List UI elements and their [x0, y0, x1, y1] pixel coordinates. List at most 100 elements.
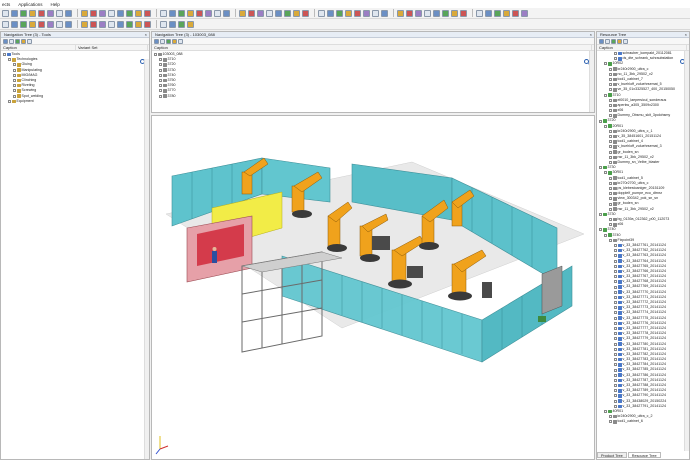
expand-toggle-icon[interactable] [609, 67, 612, 71]
expand-toggle-icon[interactable] [13, 68, 16, 72]
toolbar-button-icon[interactable] [205, 9, 212, 17]
expand-toggle-icon[interactable] [3, 53, 6, 57]
toolbar-button-icon[interactable] [2, 20, 9, 28]
toolbar-button-icon[interactable] [318, 9, 325, 17]
expand-toggle-icon[interactable] [614, 316, 617, 320]
expand-toggle-icon[interactable] [614, 244, 617, 248]
toolbar-button-icon[interactable] [187, 20, 194, 28]
toolbar-button-icon[interactable] [214, 9, 221, 17]
expand-toggle-icon[interactable] [614, 264, 617, 268]
expand-toggle-icon[interactable] [604, 124, 607, 128]
expand-toggle-icon[interactable] [609, 109, 612, 113]
expand-toggle-icon[interactable] [614, 368, 617, 372]
toolbar-button-icon[interactable] [117, 9, 124, 17]
expand-toggle-icon[interactable] [604, 62, 607, 66]
expand-toggle-icon[interactable] [614, 321, 617, 325]
menu-applications[interactable]: Applications [18, 2, 42, 7]
toolbar-button-icon[interactable] [187, 9, 194, 17]
toolbar-button-icon[interactable] [135, 9, 142, 17]
toolbar-button-icon[interactable] [108, 9, 115, 17]
expand-toggle-icon[interactable] [8, 58, 11, 62]
toolbar-button-icon[interactable] [248, 9, 255, 17]
expand-toggle-icon[interactable] [609, 186, 612, 190]
expand-toggle-icon[interactable] [604, 410, 607, 414]
refresh-icon[interactable] [15, 38, 20, 44]
vertical-scrollbar[interactable] [144, 59, 149, 459]
expand-toggle-icon[interactable] [609, 140, 612, 144]
toolbar-button-icon[interactable] [38, 20, 45, 28]
toolbar-button-icon[interactable] [99, 20, 106, 28]
toolbar-button-icon[interactable] [99, 9, 106, 17]
menu-help[interactable]: Help [51, 2, 60, 7]
toolbar-button-icon[interactable] [381, 9, 388, 17]
close-icon[interactable]: × [145, 32, 147, 37]
expand-toggle-icon[interactable] [614, 285, 617, 289]
expand-toggle-icon[interactable] [159, 73, 162, 77]
col-variant-set[interactable]: Variant Set [76, 45, 148, 50]
toolbar-button-icon[interactable] [144, 20, 151, 28]
expand-toggle-icon[interactable] [609, 181, 612, 185]
toolbar-button-icon[interactable] [117, 20, 124, 28]
expand-toggle-icon[interactable] [609, 218, 612, 222]
expand-toggle-icon[interactable] [614, 295, 617, 299]
vertical-scrollbar[interactable] [684, 51, 689, 451]
close-icon[interactable]: × [590, 32, 592, 37]
toolbar-button-icon[interactable] [327, 9, 334, 17]
expand-toggle-icon[interactable] [609, 78, 612, 82]
toolbar-button-icon[interactable] [90, 20, 97, 28]
back-icon[interactable] [3, 38, 8, 44]
col-caption[interactable]: Caption [152, 45, 592, 50]
expand-toggle-icon[interactable] [609, 415, 612, 419]
toolbar-button-icon[interactable] [476, 9, 483, 17]
toolbar-button-icon[interactable] [397, 9, 404, 17]
expand-toggle-icon[interactable] [609, 207, 612, 211]
expand-toggle-icon[interactable] [614, 352, 617, 356]
expand-toggle-icon[interactable] [614, 337, 617, 341]
expand-toggle-icon[interactable] [159, 68, 162, 72]
toolbar-button-icon[interactable] [345, 9, 352, 17]
toolbar-button-icon[interactable] [65, 20, 72, 28]
toolbar-button-icon[interactable] [81, 9, 88, 17]
expand-toggle-icon[interactable] [13, 94, 16, 98]
expand-toggle-icon[interactable] [604, 233, 607, 237]
toolbar-button-icon[interactable] [266, 9, 273, 17]
expand-toggle-icon[interactable] [609, 98, 612, 102]
toolbar-button-icon[interactable] [29, 9, 36, 17]
toolbar-button-icon[interactable] [65, 9, 72, 17]
expand-toggle-icon[interactable] [614, 384, 617, 388]
toolbar-button-icon[interactable] [293, 9, 300, 17]
expand-toggle-icon[interactable] [609, 238, 612, 242]
toolbar-button-icon[interactable] [11, 20, 18, 28]
toolbar-button-icon[interactable] [20, 9, 27, 17]
expand-toggle-icon[interactable] [614, 347, 617, 351]
filter-icon[interactable] [617, 38, 622, 44]
col-caption[interactable]: Caption [597, 45, 687, 50]
expand-toggle-icon[interactable] [609, 192, 612, 196]
expand-toggle-icon[interactable] [614, 269, 617, 273]
expand-toggle-icon[interactable] [13, 79, 16, 83]
expand-toggle-icon[interactable] [609, 145, 612, 149]
toolbar-button-icon[interactable] [257, 9, 264, 17]
toolbar-button-icon[interactable] [126, 20, 133, 28]
expand-toggle-icon[interactable] [614, 332, 617, 336]
expand-toggle-icon[interactable] [614, 254, 617, 258]
3d-viewport[interactable] [151, 115, 595, 460]
expand-toggle-icon[interactable] [604, 171, 607, 175]
toolbar-button-icon[interactable] [424, 9, 431, 17]
expand-toggle-icon[interactable] [614, 373, 617, 377]
expand-toggle-icon[interactable] [13, 73, 16, 77]
expand-toggle-icon[interactable] [159, 84, 162, 88]
expand-toggle-icon[interactable] [614, 394, 617, 398]
expand-toggle-icon[interactable] [614, 378, 617, 382]
expand-toggle-icon[interactable] [614, 363, 617, 367]
toolbar-button-icon[interactable] [302, 9, 309, 17]
expand-toggle-icon[interactable] [609, 114, 612, 118]
back-icon[interactable] [599, 38, 604, 44]
settings-icon[interactable] [178, 38, 183, 44]
expand-toggle-icon[interactable] [609, 103, 612, 107]
tab-product-tree[interactable]: Product Tree [597, 452, 627, 458]
toolbar-button-icon[interactable] [81, 20, 88, 28]
expand-toggle-icon[interactable] [13, 84, 16, 88]
toolbar-button-icon[interactable] [363, 9, 370, 17]
toolbar-button-icon[interactable] [160, 20, 167, 28]
